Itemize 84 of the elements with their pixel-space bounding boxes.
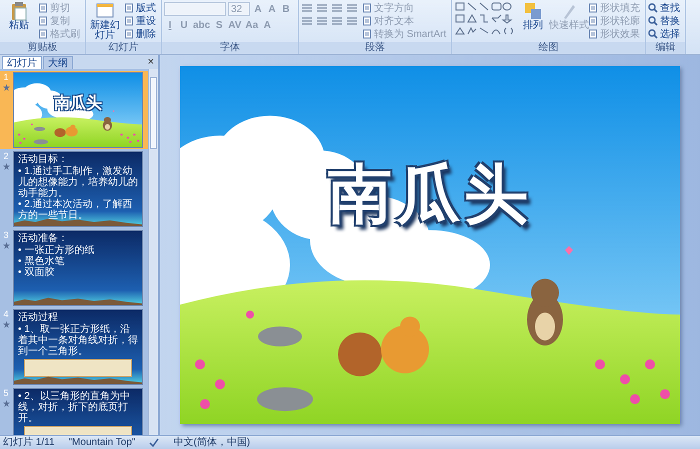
group-label: 绘图 [452,42,646,54]
ribbon-button[interactable]: 排列 [516,1,550,31]
font-name-field[interactable] [164,2,226,16]
slide-thumbnail-row[interactable]: 3 活动准备： • 一张正方形的纸 • 黑色水笔 • 双面胶 [0,229,148,307]
thumbnail-bullet: • 双面胶 [18,267,56,278]
rock [34,126,46,131]
standing-bear-drawing [102,117,112,131]
slide-title: 南瓜头 [328,157,532,234]
slide-number: 3 [3,230,8,240]
align-lines-icon[interactable] [316,16,328,26]
thumbnail-bullet: • 黑色水笔 [18,256,66,267]
pane-tab[interactable]: 大纲 [43,56,73,69]
shapes-gallery-icon [454,1,514,37]
clipboard-icon [9,1,29,21]
group-label: 幻灯片 [86,42,161,54]
magnifier-icon [648,28,658,38]
star-icon [2,163,10,170]
document-icon [124,28,134,38]
thumbnail-bullet: • 2、以三角形的直角为中线，对折，折下的底页打开。 [18,391,131,424]
document-icon [124,16,134,26]
group-label: 剪贴板 [0,42,85,54]
slide-indicator: 幻灯片 1/11 [3,436,54,448]
document-icon [38,28,48,38]
indent-icon[interactable] [331,3,343,13]
ribbon-button[interactable]: 新建幻灯片 [88,1,122,41]
rock [258,326,302,346]
document-icon [38,16,48,26]
ribbon-button[interactable]: 重设 [124,14,159,27]
slide-number: 4 [3,309,8,319]
document-icon [362,28,372,38]
group-label: 字体 [162,42,298,54]
slide-number: 1 [3,72,8,82]
indent-icon[interactable] [346,3,358,13]
butterfly-icon [112,110,115,112]
theme-name: "Mountain Top" [68,436,136,448]
ribbon-button[interactable]: 替换 [648,14,684,27]
shapes-icon [523,1,544,21]
butterfly-icon [565,246,573,255]
thumbnail-title: 活动目标： [18,154,69,166]
standing-bear-drawing [527,278,563,346]
ribbon-button[interactable]: 选择 [648,27,684,40]
slide-thumbnail-row[interactable]: 4 活动过程 • 1、取一张正方形纸，沿着其中一条对角线对折，得到一个三角形。 [0,308,148,386]
group-label: 编辑 [646,42,686,54]
thumbnail-bullet: • 2.通过本次活动，了解西方的一些节日。 [18,199,134,221]
lying-bears-drawing [54,124,78,138]
rock [257,387,313,412]
document-icon [588,28,598,38]
thumbnail-title: 活动过程 [18,312,59,324]
pane-tab[interactable]: 幻灯片 [2,56,42,69]
spellcheck-icon[interactable] [149,438,160,448]
close-button[interactable]: × [148,56,154,69]
document-icon [588,16,598,26]
scrollbar[interactable] [148,69,158,435]
bullet-list-icon[interactable] [301,3,313,13]
align-lines-icon[interactable] [346,16,358,26]
document-icon [124,2,134,12]
document-icon [362,16,372,26]
thumbnail-bullet: • 1、取一张正方形纸，沿着其中一条对角线对折，得到一个三角形。 [18,324,138,357]
slide-number: 2 [3,151,8,161]
rock [34,139,48,144]
star-icon [2,400,10,407]
bullet-list-icon[interactable] [316,3,328,13]
ribbon-button[interactable]: 删除 [124,27,159,40]
slide-thumbnail-row[interactable]: 2 活动目标： • 1.通过手工制作，激发幼儿的想像能力，培养幼儿的动手能力。 • 2.通过本次活动，了解西方的一些节日。 [0,150,148,228]
document-icon [362,2,372,12]
align-lines-icon[interactable] [331,16,343,26]
language-indicator: 中文(简体，中国) [173,436,250,448]
thumbnail-title: 活动准备： [18,233,69,244]
align-lines-icon[interactable] [301,16,313,26]
ribbon-button[interactable]: 版式 [124,1,159,14]
magnifier-icon [648,16,658,26]
group-label: 段落 [299,42,452,54]
thumbnail-bullet: • 1.通过手工制作，激发幼儿的想像能力，培养幼儿的动手能力。 [18,166,138,199]
thumbnail-bullet: • 一张正方形的纸 [18,245,96,256]
slide-thumbnail-row[interactable]: 5 • 2、以三角形的直角为中线，对折，折下的底页打开。 [0,387,148,435]
star-icon [2,242,10,249]
ribbon-button[interactable]: 粘贴 [2,1,36,31]
ribbon-button[interactable]: 查找 [648,1,684,14]
slide-number: 5 [3,388,8,398]
star-icon [2,84,10,91]
document-icon [38,2,48,12]
document-icon [588,2,598,12]
star-icon [2,321,10,328]
magnifier-icon [648,2,658,12]
